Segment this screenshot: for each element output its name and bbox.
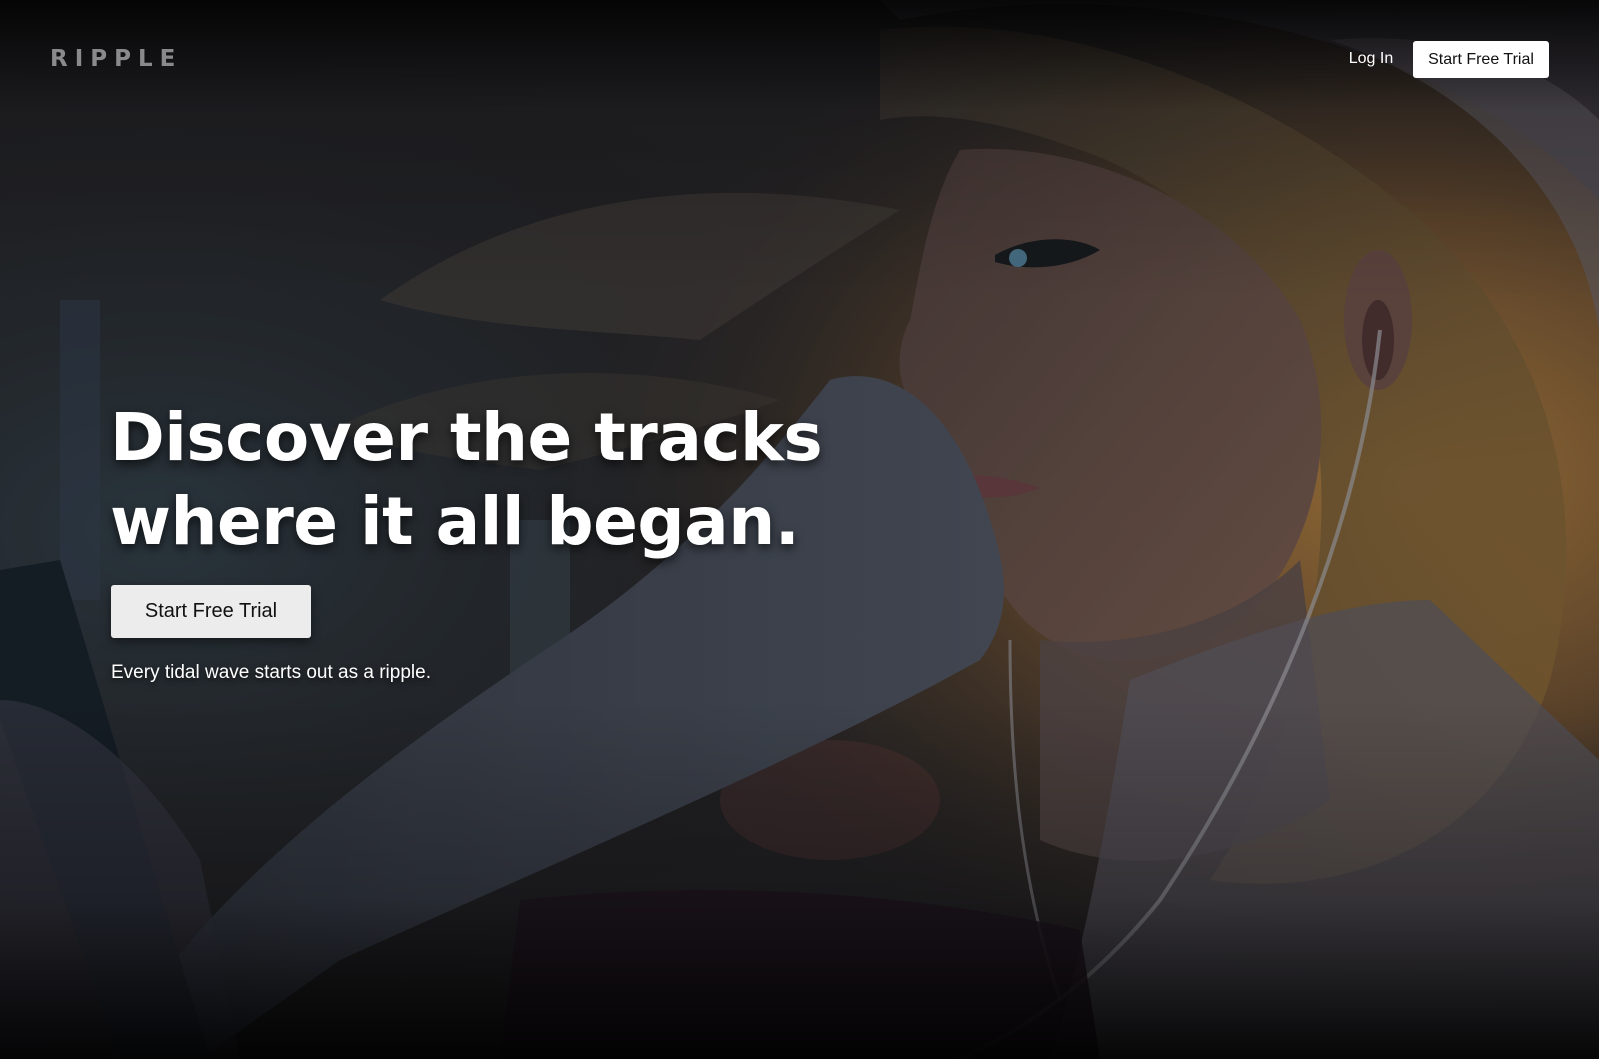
hero-start-free-trial-button[interactable]: Start Free Trial (111, 585, 311, 638)
hero-headline: Discover the tracks where it all began. (110, 396, 870, 564)
hero-headline-line-2: where it all began. (110, 483, 800, 560)
login-button[interactable]: Log In (1340, 46, 1402, 72)
top-navigation: RIPPLE Log In Start Free Trial (0, 0, 1599, 118)
hero-tagline: Every tidal wave starts out as a ripple. (111, 662, 431, 683)
hero-headline-line-1: Discover the tracks (110, 399, 823, 476)
nav-start-free-trial-button[interactable]: Start Free Trial (1413, 41, 1549, 78)
brand-logo[interactable]: RIPPLE (50, 44, 182, 74)
landing-page: RIPPLE Log In Start Free Trial Discover … (0, 0, 1599, 1059)
